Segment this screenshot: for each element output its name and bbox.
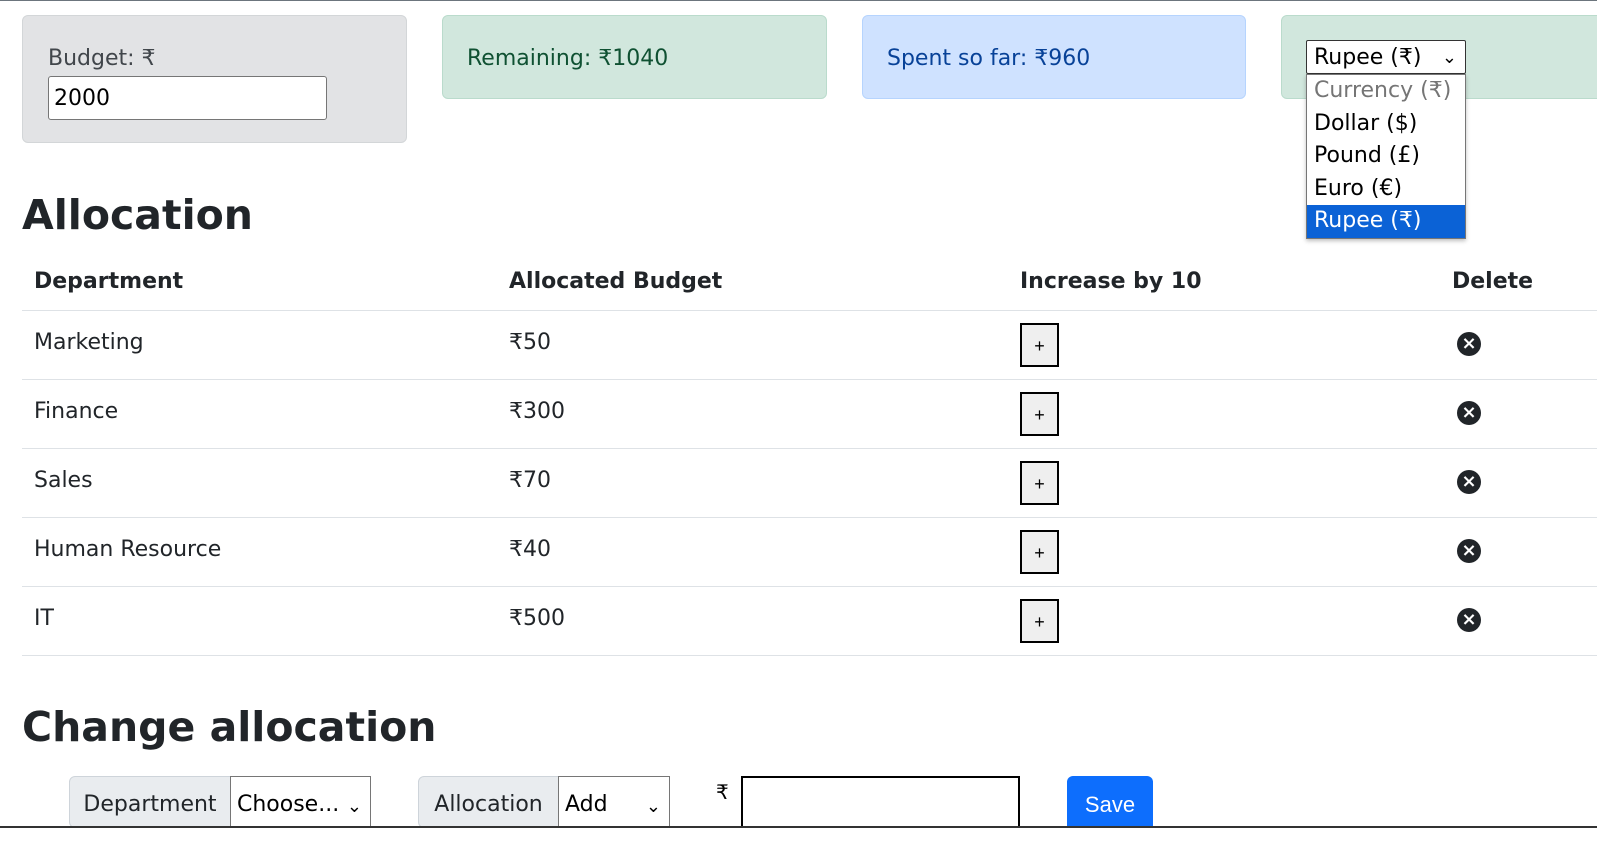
budget-cell: ₹70 [509,468,551,493]
currency-option-placeholder[interactable]: Currency (₹) [1307,75,1465,108]
department-cell: Finance [34,399,119,424]
table-row: Sales ₹70 + × [22,449,1597,518]
x-circle-icon[interactable]: × [1457,470,1481,494]
budget-card: Budget: ₹ [22,15,407,143]
currency-select[interactable]: Rupee (₹) ⌄ [1306,40,1466,74]
save-button[interactable]: Save [1067,776,1153,828]
allocation-group-label: Allocation [418,776,559,828]
currency-symbol: ₹ [716,780,729,804]
x-circle-icon[interactable]: × [1457,332,1481,356]
department-select-value: Choose... [237,792,340,817]
table-row: Finance ₹300 + × [22,380,1597,449]
column-header-allocated-budget: Allocated Budget [509,269,723,294]
currency-option-rupee[interactable]: Rupee (₹) [1307,205,1465,238]
department-group-label: Department [69,776,231,828]
budget-cell: ₹300 [509,399,565,424]
department-cell: IT [34,606,54,631]
budget-cell: ₹50 [509,330,551,355]
x-circle-icon[interactable]: × [1457,608,1481,632]
department-cell: Human Resource [34,537,222,562]
chevron-down-icon: ⌄ [1441,47,1457,68]
x-circle-icon[interactable]: × [1457,539,1481,563]
column-header-increase: Increase by 10 [1020,269,1202,294]
table-row: Marketing ₹50 + × [22,311,1597,380]
budget-label: Budget: ₹ [48,46,156,71]
budget-cell: ₹40 [509,537,551,562]
column-header-department: Department [34,269,184,294]
currency-option-pound[interactable]: Pound (£) [1307,140,1465,173]
table-header-row: Department Allocated Budget Increase by … [22,257,1597,311]
table-row: Human Resource ₹40 + × [22,518,1597,587]
currency-select-value: Rupee (₹) [1314,45,1422,70]
window-bottom-border [0,826,1597,828]
allocation-table: Department Allocated Budget Increase by … [22,257,1597,656]
increase-button[interactable]: + [1020,461,1059,505]
table-row: IT ₹500 + × [22,587,1597,656]
currency-dropdown-list: Currency (₹) Dollar ($) Pound (£) Euro (… [1306,74,1466,239]
budget-cell: ₹500 [509,606,565,631]
department-select[interactable]: Choose... ⌄ [230,776,371,828]
remaining-text: Remaining: ₹1040 [467,46,669,71]
spent-text: Spent so far: ₹960 [887,46,1091,71]
column-header-delete: Delete [1452,269,1534,294]
allocation-heading: Allocation [22,191,253,239]
spent-card: Spent so far: ₹960 [862,15,1246,99]
budget-input[interactable] [48,76,327,120]
change-allocation-heading: Change allocation [22,703,437,751]
allocation-select[interactable]: Add ⌄ [558,776,670,828]
department-cell: Sales [34,468,93,493]
increase-button[interactable]: + [1020,599,1059,643]
increase-button[interactable]: + [1020,392,1059,436]
increase-button[interactable]: + [1020,530,1059,574]
currency-option-euro[interactable]: Euro (€) [1307,173,1465,206]
currency-option-dollar[interactable]: Dollar ($) [1307,108,1465,141]
allocation-select-value: Add [565,792,608,817]
cost-input[interactable] [741,776,1020,828]
department-cell: Marketing [34,330,144,355]
remaining-card: Remaining: ₹1040 [442,15,827,99]
x-circle-icon[interactable]: × [1457,401,1481,425]
increase-button[interactable]: + [1020,323,1059,367]
